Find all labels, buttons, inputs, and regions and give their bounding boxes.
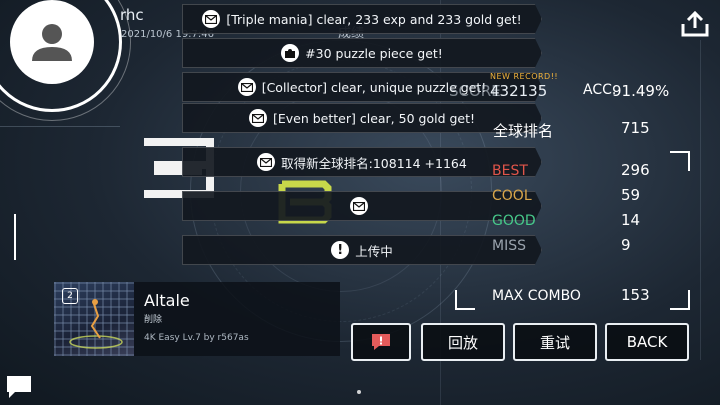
frame-corner	[670, 290, 690, 310]
mail-icon	[202, 10, 221, 28]
notice-item: #30 puzzle piece get!	[182, 38, 542, 68]
hud-line	[14, 214, 16, 260]
judgement-label-good: GOOD	[492, 213, 536, 229]
replay-button[interactable]: 回放	[421, 323, 505, 361]
max-combo-value: 153	[621, 286, 650, 304]
song-difficulty: 4K Easy Lv.7 by r567as	[144, 333, 249, 343]
username: rhc	[120, 6, 144, 24]
judgement-value-best: 296	[621, 161, 650, 179]
max-combo-label: MAX COMBO	[492, 288, 581, 304]
user-icon	[32, 24, 72, 61]
page-indicator-dot	[357, 390, 361, 394]
global-rank-value: 715	[621, 119, 650, 137]
mail-icon	[237, 78, 256, 96]
hud-line	[700, 40, 701, 360]
jacket-art	[69, 299, 123, 349]
frame-corner	[670, 151, 690, 171]
alert-icon: !	[331, 241, 350, 259]
judgement-value-good: 14	[621, 211, 641, 229]
judgement-label-best: BEST	[492, 163, 528, 179]
notice-text: #30 puzzle piece get!	[305, 45, 443, 61]
report-button[interactable]	[351, 323, 411, 361]
puzzle-icon	[281, 44, 300, 62]
notice-item: 取得新全球排名:108114 +1164	[182, 147, 542, 177]
notice-item: ! 上传中	[182, 235, 542, 265]
song-subtitle: 削除	[144, 315, 163, 325]
mail-icon	[257, 153, 276, 171]
song-jacket-image: 2	[54, 282, 134, 356]
new-record-badge: NEW RECORD!!	[490, 72, 559, 81]
frame-corner	[455, 290, 475, 310]
song-card: 2 Altale 削除 4K Easy Lv.7 by r567as	[54, 282, 340, 356]
avatar	[10, 0, 94, 84]
notice-item	[182, 191, 542, 221]
notice-text: [Triple mania] clear, 233 exp and 233 go…	[226, 11, 522, 27]
retry-button[interactable]: 重试	[513, 323, 597, 361]
global-rank-label: 全球排名	[493, 122, 554, 140]
back-button[interactable]: BACK	[605, 323, 689, 361]
accuracy-value: 91.49%	[612, 82, 670, 100]
hud-line	[0, 126, 120, 127]
judgement-label-cool: COOL	[492, 188, 532, 204]
notice-text: 取得新全球排名:108114 +1164	[281, 155, 467, 171]
notice-item: [Even better] clear, 50 gold get!	[182, 103, 542, 133]
report-icon	[372, 334, 390, 350]
notice-text: 上传中	[355, 243, 393, 259]
song-title: Altale	[144, 291, 190, 310]
judgement-value-cool: 59	[621, 186, 641, 204]
judgement-value-miss: 9	[621, 236, 631, 254]
notice-text: [Even better] clear, 50 gold get!	[272, 110, 476, 126]
mail-icon	[248, 109, 267, 127]
mail-icon	[350, 197, 368, 215]
avatar-frame[interactable]	[0, 0, 131, 121]
share-upload-icon[interactable]	[680, 10, 710, 38]
judgement-label-miss: MISS	[492, 238, 526, 254]
chat-icon[interactable]	[5, 374, 33, 400]
score-value: 432135	[490, 82, 548, 100]
notice-item: [Triple mania] clear, 233 exp and 233 go…	[182, 4, 542, 34]
